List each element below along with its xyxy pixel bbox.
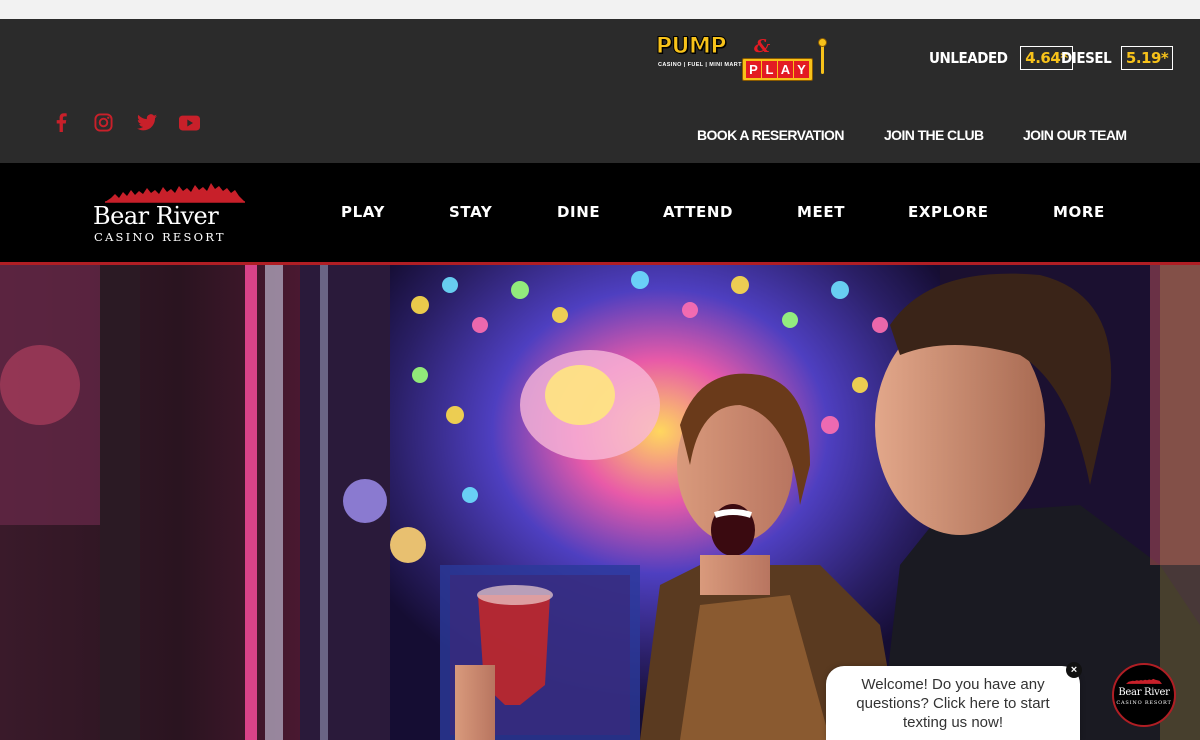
unleaded-price: UNLEADED 4.64* xyxy=(929,46,1073,70)
nav-stay[interactable]: STAY xyxy=(449,203,492,221)
chat-launcher-button[interactable]: Bear River CASINO RESORT xyxy=(1112,663,1176,727)
chat-message: Welcome! Do you have any questions? Clic… xyxy=(856,676,1050,731)
book-reservation-link[interactable]: BOOK A RESERVATION xyxy=(697,127,844,143)
brand-name: Bear River xyxy=(93,202,219,230)
slot-knob-icon xyxy=(818,38,827,47)
pump-play-logo-play: P L A Y xyxy=(742,58,813,81)
pump-play-logo-text: PUMP xyxy=(655,34,727,60)
youtube-icon[interactable] xyxy=(179,112,200,133)
social-links xyxy=(50,112,200,133)
chat-launcher-subtitle: CASINO RESORT xyxy=(1116,700,1172,706)
join-club-link[interactable]: JOIN THE CLUB xyxy=(884,127,984,143)
chat-welcome-bubble[interactable]: Welcome! Do you have any questions? Clic… xyxy=(826,666,1080,740)
tree-line-icon xyxy=(1126,678,1162,684)
chat-launcher-brand: Bear River xyxy=(1118,687,1170,698)
nav-dine[interactable]: DINE xyxy=(557,203,600,221)
unleaded-label: UNLEADED xyxy=(929,49,1008,67)
pump-and-play-logo[interactable]: PUMP & CASINO | FUEL | MINI MART P L A Y xyxy=(655,34,831,84)
utility-bar: PUMP & CASINO | FUEL | MINI MART P L A Y… xyxy=(0,19,1200,163)
nav-explore[interactable]: EXPLORE xyxy=(908,203,989,221)
join-team-link[interactable]: JOIN OUR TEAM xyxy=(1023,127,1127,143)
diesel-label: DIESEL xyxy=(1061,49,1112,67)
facebook-icon[interactable] xyxy=(50,112,71,133)
diesel-value: 5.19* xyxy=(1120,46,1174,70)
play-letter: P xyxy=(746,61,761,78)
play-letter: L xyxy=(762,61,777,78)
instagram-icon[interactable] xyxy=(93,112,114,133)
bear-river-logo[interactable]: Bear River CASINO RESORT xyxy=(93,182,255,246)
twitter-icon[interactable] xyxy=(136,112,157,133)
pump-play-logo-subtitle: CASINO | FUEL | MINI MART xyxy=(658,62,742,68)
nav-play[interactable]: PLAY xyxy=(341,203,385,221)
play-letter: A xyxy=(778,61,793,78)
brand-subtitle: CASINO RESORT xyxy=(94,230,226,244)
main-navigation: Bear River CASINO RESORT PLAY STAY DINE … xyxy=(0,163,1200,263)
play-letter: Y xyxy=(794,61,809,78)
nav-attend[interactable]: ATTEND xyxy=(663,203,733,221)
nav-more[interactable]: MORE xyxy=(1053,203,1105,221)
browser-top-strip xyxy=(0,0,1200,19)
diesel-price: DIESEL 5.19* xyxy=(1061,46,1174,70)
pump-play-logo-ampersand: & xyxy=(754,36,771,57)
nav-meet[interactable]: MEET xyxy=(797,203,845,221)
tree-line-icon xyxy=(105,183,245,203)
close-icon[interactable]: × xyxy=(1066,662,1082,678)
